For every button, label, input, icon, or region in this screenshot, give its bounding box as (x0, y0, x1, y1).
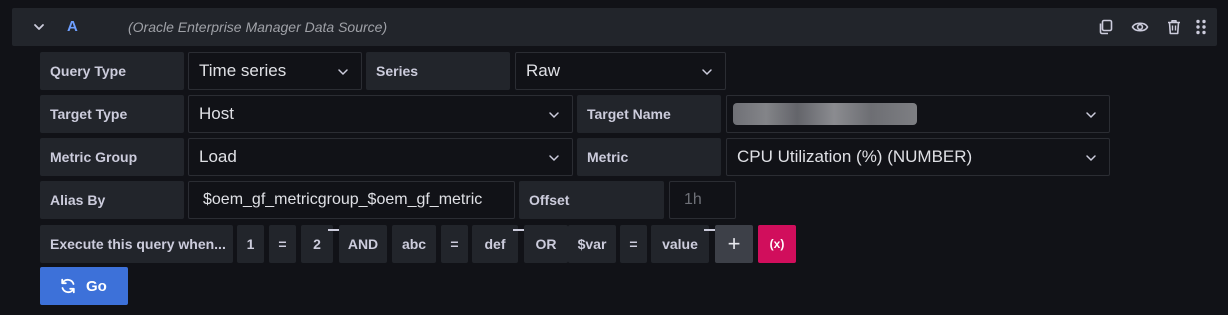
target-name-select[interactable] (726, 95, 1110, 133)
condition-token[interactable]: = (441, 225, 468, 263)
condition-token[interactable]: abc (392, 225, 436, 263)
group-end-marker (328, 229, 339, 231)
refresh-icon (61, 278, 75, 294)
condition-token[interactable]: $var (568, 225, 616, 263)
eye-icon[interactable] (1131, 18, 1149, 36)
query-type-select[interactable]: Time series (188, 52, 362, 90)
target-name-label: Target Name (577, 95, 721, 133)
go-label: Go (86, 277, 107, 295)
condition-token-group[interactable]: 2 (301, 225, 339, 263)
offset-label: Offset (519, 181, 664, 219)
chevron-down-icon (549, 155, 559, 162)
series-label: Series (366, 52, 510, 90)
condition-token-group[interactable]: value (651, 225, 715, 263)
chevron-down-icon[interactable] (32, 20, 46, 34)
condition-token: value (662, 236, 698, 252)
series-value: Raw (526, 61, 561, 80)
condition-token[interactable]: = (620, 225, 647, 263)
group-end-marker (513, 229, 524, 231)
add-condition-button[interactable]: + (715, 225, 753, 263)
chevron-down-icon (1086, 155, 1096, 162)
chevron-down-icon (1086, 112, 1096, 119)
condition-token: def (484, 236, 506, 252)
condition-token[interactable]: OR (524, 225, 568, 263)
drag-handle-icon[interactable] (1192, 18, 1210, 36)
metric-group-select[interactable]: Load (188, 138, 573, 176)
metric-label: Metric (577, 138, 721, 176)
condition-token[interactable]: = (269, 225, 296, 263)
variable-button[interactable]: (x) (758, 225, 796, 263)
metric-group-label: Metric Group (40, 138, 184, 176)
query-ref-id[interactable]: A (67, 18, 78, 35)
target-type-value: Host (199, 104, 234, 123)
chevron-down-icon (702, 69, 712, 76)
series-select[interactable]: Raw (515, 52, 726, 90)
alias-by-label: Alias By (40, 181, 184, 219)
chevron-down-icon (338, 69, 348, 76)
alias-by-input[interactable]: $oem_gf_metricgroup_$oem_gf_metric (188, 181, 515, 219)
go-button[interactable]: Go (40, 267, 128, 305)
metric-select[interactable]: CPU Utilization (%) (NUMBER) (726, 138, 1110, 176)
query-type-value: Time series (199, 61, 287, 80)
trash-icon[interactable] (1165, 18, 1183, 36)
offset-input[interactable]: 1h (669, 181, 736, 219)
copy-icon[interactable] (1097, 18, 1115, 36)
chevron-down-icon (549, 112, 559, 119)
condition-token-group[interactable]: def (472, 225, 524, 263)
target-type-label: Target Type (40, 95, 184, 133)
datasource-name: (Oracle Enterprise Manager Data Source) (128, 19, 388, 35)
metric-group-value: Load (199, 147, 237, 166)
query-header: A (Oracle Enterprise Manager Data Source… (12, 8, 1217, 46)
query-type-label: Query Type (40, 52, 184, 90)
condition-token: 2 (313, 236, 321, 252)
condition-token[interactable]: AND (339, 225, 387, 263)
metric-value: CPU Utilization (%) (NUMBER) (737, 147, 973, 166)
group-end-marker (704, 229, 715, 231)
execute-condition-label: Execute this query when... (40, 225, 233, 263)
redacted-target-name (733, 103, 917, 125)
target-type-select[interactable]: Host (188, 95, 573, 133)
condition-token[interactable]: 1 (237, 225, 264, 263)
